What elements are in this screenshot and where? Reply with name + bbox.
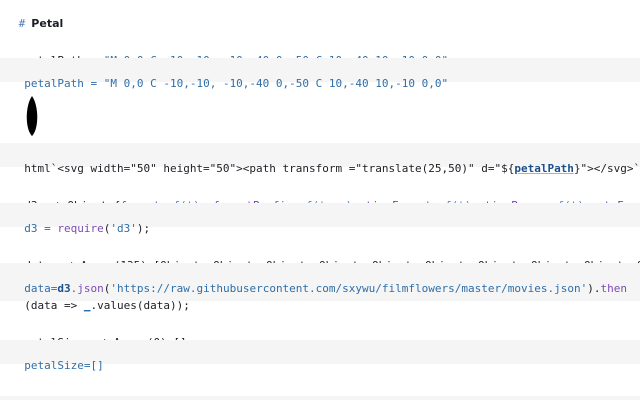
code-petalpath[interactable]: petalPath = "M 0,0 C -10,-10, -10,-40 0,… [11, 63, 448, 91]
d3-code-eq: = [37, 222, 58, 235]
html-suffix: }"></svg>` [573, 162, 640, 175]
html-prefix: html`<svg width="50" height="50"><path t… [24, 162, 515, 175]
code-data-line2[interactable]: (data => _.values(data)); [11, 285, 190, 313]
d3-code-arg: 'd3' [110, 222, 137, 235]
petal-shape [26, 96, 38, 136]
data-code-line2a: (data => [24, 299, 84, 312]
code-petalsize[interactable]: petalSize=[] [11, 345, 104, 373]
petalsize-code: petalSize=[] [24, 359, 104, 372]
d3-code-fn: require [57, 222, 104, 235]
data-code-then: then [600, 282, 627, 295]
d3-code-tail: ); [136, 222, 151, 235]
data-code-line2b: .values(data)); [90, 299, 190, 312]
code-d3[interactable]: d3 = require('d3'); [11, 208, 150, 236]
code-html[interactable]: html`<svg width="50" height="50"><path t… [11, 148, 640, 176]
data-code-close: ). [587, 282, 601, 295]
d3-code-name: d3 [24, 222, 38, 235]
petal-shape-output [26, 96, 38, 136]
heading-hash: # [18, 17, 26, 30]
cell-heading: # Petal [11, 3, 64, 31]
code-value: "M 0,0 C -10,-10, -10,-40 0,-50 C 10,-40… [103, 77, 449, 90]
cell-input-partial [0, 396, 640, 400]
html-var: petalPath [514, 162, 574, 175]
code-name: petalPath [24, 77, 84, 90]
heading-title: Petal [31, 17, 64, 30]
code-eq: = [83, 77, 104, 90]
